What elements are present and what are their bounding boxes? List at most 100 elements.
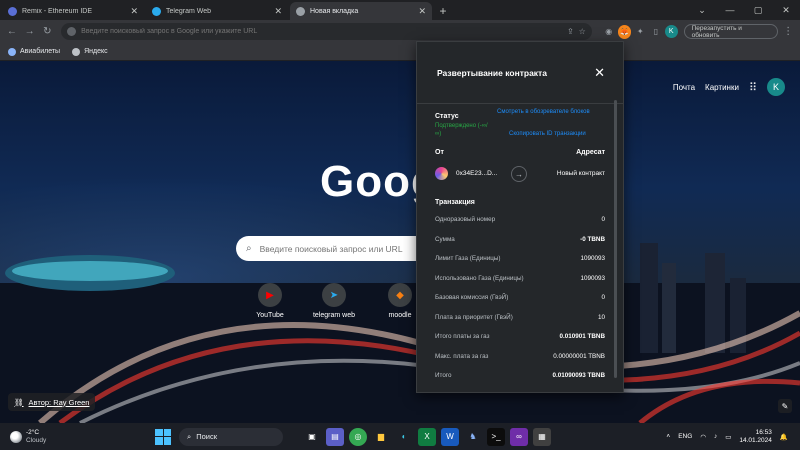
notification-icon[interactable]: 🔔 — [780, 433, 788, 441]
battery-icon[interactable]: ▭ — [725, 433, 731, 441]
gmail-link[interactable]: Почта — [673, 83, 695, 92]
shortcut-youtube[interactable]: ▶ YouTube — [246, 283, 294, 319]
search-icon: ⌕ — [246, 243, 252, 254]
close-window-icon[interactable]: ✕ — [772, 0, 800, 20]
weather-widget[interactable]: -2°C Cloudy — [0, 429, 120, 445]
tab-strip: Remix - Ethereum IDE ✕ Telegram Web ✕ Но… — [0, 0, 800, 20]
minimize-icon[interactable]: — — [716, 0, 744, 20]
wifi-icon[interactable]: ◠ — [700, 433, 706, 441]
link-icon: ⛓ — [14, 397, 24, 407]
word-icon[interactable]: W — [441, 427, 459, 446]
extensions-puzzle-icon[interactable]: ✦ — [633, 25, 647, 39]
time: 16:53 — [755, 428, 772, 436]
maximize-icon[interactable]: ▢ — [744, 0, 772, 20]
account-avatar-icon — [435, 167, 448, 180]
tx-value: 1090093 — [580, 255, 605, 263]
edge-icon[interactable]: ◐ — [395, 428, 413, 446]
menu-icon[interactable]: ⋮ — [780, 24, 796, 40]
tab-telegram[interactable]: Telegram Web ✕ — [146, 2, 288, 20]
close-icon[interactable]: ✕ — [130, 6, 138, 17]
reload-icon[interactable]: ↻ — [39, 24, 55, 40]
excel-icon[interactable]: X — [418, 427, 436, 446]
tab-search-icon[interactable]: ⌄ — [688, 0, 716, 20]
omnibox[interactable]: ⇪ ☆ — [61, 23, 592, 40]
chevron-up-icon[interactable]: ˄ — [666, 433, 670, 440]
view-explorer-link[interactable]: Смотреть в обозревателе блоков — [497, 108, 597, 116]
windows-taskbar: -2°C Cloudy ⌕ Поиск ▣ ▤ ◎ ▆ ◐ X W ♞ >_ ∞… — [0, 423, 800, 450]
extension-icon[interactable]: ◉ — [602, 25, 616, 39]
tx-row: Использовано Газа (Единицы) 1090093 — [435, 269, 605, 289]
chrome-icon — [296, 6, 305, 16]
relaunch-button[interactable]: Перезапустить и обновить — [683, 24, 779, 39]
from-to-row: 0x34E23...D... → Новый контракт — [435, 166, 605, 182]
google-search-input[interactable] — [259, 243, 436, 254]
copy-tx-id-link[interactable]: Скопировать ID транзакции — [509, 131, 586, 137]
temperature: -2°C — [26, 428, 40, 436]
file-explorer-icon[interactable]: ▆ — [372, 428, 390, 446]
profile-avatar[interactable]: K — [664, 25, 678, 38]
tab-remix[interactable]: Remix - Ethereum IDE ✕ — [2, 2, 144, 20]
shortcut-label: moodle — [388, 312, 412, 319]
new-tab-button[interactable]: + — [434, 2, 452, 20]
metamask-transaction-popup: Развертывание контракта ✕ Статус Подтвер… — [416, 41, 624, 393]
taskbar-search[interactable]: ⌕ Поиск — [179, 427, 283, 446]
back-icon[interactable]: ← — [4, 24, 20, 40]
tab-new[interactable]: Новая вкладка ✕ — [290, 2, 432, 20]
google-search-box[interactable]: ⌕ — [236, 236, 436, 261]
tx-row: Лимит Газа (Единицы) 1090093 — [435, 249, 605, 269]
tx-label: Базовая комиссия (ГвэЙ) — [435, 294, 509, 302]
apps-grid-icon[interactable]: ⠿ — [749, 81, 757, 94]
google-avatar[interactable]: K — [767, 78, 785, 96]
tab-title: Новая вкладка — [310, 7, 359, 15]
language-indicator[interactable]: ENG — [678, 433, 692, 440]
globe-icon — [72, 47, 81, 56]
arrow-right-icon: → — [511, 166, 527, 182]
close-icon[interactable]: ✕ — [418, 6, 426, 17]
bookmarks-bar: Авиабилеты Яндекс — [0, 43, 800, 61]
popup-scrollbar[interactable] — [614, 100, 617, 378]
background-author-link[interactable]: ⛓ Автор: Ray Green — [8, 393, 96, 411]
weather-text: -2°C Cloudy — [26, 429, 46, 445]
tx-row: Базовая комиссия (ГвэЙ) 0 — [435, 288, 605, 308]
images-link[interactable]: Картинки — [705, 83, 739, 92]
close-icon[interactable]: ✕ — [274, 6, 282, 17]
tx-row: Плата за приоритет (ГвэЙ) 10 — [435, 308, 605, 328]
clock[interactable]: 16:53 14.01.2024 — [739, 429, 772, 445]
share-icon[interactable]: ⇪ — [567, 27, 574, 36]
star-icon[interactable]: ☆ — [579, 27, 586, 36]
google-header-links: Почта Картинки ⠿ K — [673, 78, 785, 96]
tx-label: Плата за приоритет (ГвэЙ) — [435, 313, 513, 321]
bookmark-label: Авиабилеты — [20, 48, 61, 55]
shortcut-telegram[interactable]: ➤ telegram web — [310, 283, 358, 319]
date: 14.01.2024 — [739, 436, 772, 444]
terminal-icon[interactable]: >_ — [487, 427, 505, 446]
side-panel-icon[interactable]: ▯ — [649, 25, 663, 39]
chrome-icon[interactable]: ◎ — [349, 427, 367, 446]
metamask-icon[interactable]: 🦊 — [617, 24, 632, 39]
tx-value: 0 — [601, 294, 605, 302]
forward-icon[interactable]: → — [22, 24, 38, 40]
transaction-title: Транзакция — [435, 199, 475, 206]
customize-pencil-icon[interactable]: ✎ — [778, 399, 792, 413]
bookmark-item[interactable]: Авиабилеты — [8, 47, 61, 56]
address-input[interactable] — [81, 28, 562, 35]
visual-studio-icon[interactable]: ∞ — [510, 427, 528, 446]
from-address[interactable]: 0x34E23...D... — [456, 170, 497, 177]
tx-value: 1090093 — [580, 274, 605, 282]
pgadmin-icon[interactable]: ♞ — [464, 428, 482, 446]
tx-label: Использовано Газа (Единицы) — [435, 274, 524, 282]
volume-icon[interactable]: ♪ — [714, 433, 717, 440]
youtube-icon: ▶ — [258, 283, 282, 307]
tx-value: 0.00000001 TBNB — [553, 352, 605, 360]
calculator-icon[interactable]: ▦ — [533, 427, 551, 446]
status-label: Статус — [435, 113, 459, 120]
bookmark-item[interactable]: Яндекс — [72, 47, 108, 56]
tx-label: Макс. плата за газ — [435, 352, 489, 360]
transaction-details: Одноразовый номер 0 Сумма -0 TBNB Лимит Га… — [435, 210, 605, 386]
windows-start-icon[interactable] — [155, 428, 171, 445]
tx-value: 0.010901 TBNB — [559, 333, 605, 341]
chat-icon[interactable]: ▤ — [326, 427, 344, 446]
close-icon[interactable]: ✕ — [594, 65, 605, 81]
system-tray: ˄ ENG ◠ ♪ ▭ 16:53 14.01.2024 🔔 — [666, 423, 788, 450]
task-view-icon[interactable]: ▣ — [303, 428, 321, 446]
